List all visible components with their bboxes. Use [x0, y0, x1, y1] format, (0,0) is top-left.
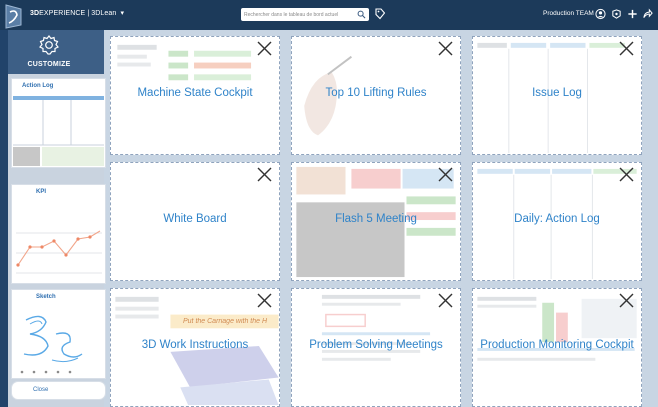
tile-top-10-lifting-rules[interactable]: Top 10 Lifting Rules: [291, 36, 461, 155]
close-icon[interactable]: [256, 40, 273, 57]
forward-icon[interactable]: [642, 8, 653, 20]
search-icon[interactable]: [357, 10, 366, 19]
kpi-preview: [16, 230, 102, 274]
close-icon[interactable]: [256, 292, 273, 309]
brand-bold: 3D: [30, 10, 40, 17]
sketch-preview: [20, 315, 83, 374]
widget-kpi[interactable]: KPI: [11, 184, 106, 284]
close-button[interactable]: Close: [11, 381, 106, 400]
app-switcher[interactable]: 3DEXPERIENCE | 3DLean ▾: [30, 9, 124, 17]
gear-icon: [39, 35, 59, 55]
tile-3d-work-instructions[interactable]: Put the Carriage with the H 3D Work Inst…: [110, 288, 280, 407]
user-label[interactable]: Production TEAM: [543, 10, 594, 17]
tag-icon[interactable]: [375, 8, 385, 20]
tile-overlay-text: Put the Carriage with the H: [183, 318, 268, 325]
tile-title: White Board: [163, 213, 227, 225]
tile-title: Machine State Cockpit: [137, 87, 253, 99]
tile-title: Flash 5 Meeting: [335, 213, 417, 225]
close-icon[interactable]: [256, 166, 273, 183]
add-icon[interactable]: [627, 8, 638, 20]
tile-machine-state-cockpit[interactable]: Machine State Cockpit: [110, 36, 280, 155]
close-icon[interactable]: [618, 166, 635, 183]
close-icon[interactable]: [437, 292, 454, 309]
top-bar: 3DEXPERIENCE | 3DLean ▾ Production TEAM: [0, 0, 658, 30]
tile-title: 3D Work Instructions: [141, 339, 249, 351]
tile-issue-log[interactable]: Issue Log: [472, 36, 642, 155]
customize-title: CUSTOMIZE: [27, 61, 71, 68]
customize-panel: CUSTOMIZE Action Log KPI Sketch Close: [8, 30, 106, 407]
customize-header: CUSTOMIZE: [8, 30, 104, 74]
close-icon[interactable]: [618, 40, 635, 57]
dashboard-canvas: CUSTOMIZE Action Log KPI Sketch Close Ma…: [0, 30, 658, 407]
tile-problem-solving-meetings[interactable]: Problem Solving Meetings: [291, 288, 461, 407]
brand-name: EXPERIENCE | 3DLean: [39, 10, 117, 17]
tile-title: Issue Log: [532, 87, 582, 99]
widget-label: KPI: [36, 189, 47, 195]
action-log-preview: [13, 96, 104, 166]
widget-sketch[interactable]: Sketch: [11, 289, 106, 379]
chevron-down-icon[interactable]: ▾: [120, 10, 124, 17]
close-icon[interactable]: [437, 40, 454, 57]
tile-title: Top 10 Lifting Rules: [325, 87, 427, 99]
share-icon[interactable]: [611, 8, 622, 20]
search-input[interactable]: [244, 10, 354, 19]
widget-action-log[interactable]: Action Log: [11, 78, 106, 168]
tile-title: Problem Solving Meetings: [309, 339, 443, 351]
close-icon[interactable]: [437, 166, 454, 183]
close-icon[interactable]: [618, 292, 635, 309]
tile-flash-5-meeting[interactable]: Flash 5 Meeting: [291, 162, 461, 281]
left-strip: [0, 30, 8, 407]
widget-label: Action Log: [22, 83, 54, 89]
tile-production-monitoring-cockpit[interactable]: Production Monitoring Cockpit: [472, 288, 642, 407]
widget-label: Sketch: [36, 294, 56, 300]
user-icon[interactable]: [595, 8, 606, 20]
tile-title: Production Monitoring Cockpit: [480, 339, 634, 351]
search-box: [241, 8, 369, 21]
tile-title: Daily: Action Log: [514, 213, 600, 225]
tile-daily-action-log[interactable]: Daily: Action Log: [472, 162, 642, 281]
compass-logo-icon[interactable]: [4, 3, 24, 29]
tile-white-board[interactable]: White Board: [110, 162, 280, 281]
